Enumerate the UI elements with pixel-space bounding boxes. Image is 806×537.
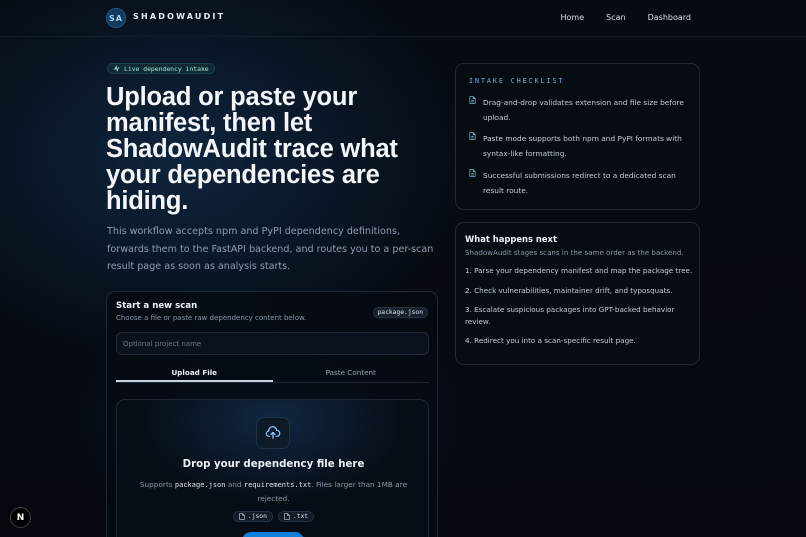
top-navbar: SA SHADOWAUDIT Home Scan Dashboard <box>0 0 806 37</box>
live-intake-pill-label: Live dependency intake <box>124 64 209 73</box>
next-steps-list: 1. Parse your dependency manifest and ma… <box>465 265 693 355</box>
project-name-input[interactable] <box>116 332 429 355</box>
upload-icon-box <box>256 417 290 449</box>
main-nav: Home Scan Dashboard <box>561 13 691 22</box>
checklist-item: Drag-and-drop validates extension and fi… <box>469 95 691 125</box>
new-scan-card: Start a new scan Choose a file or paste … <box>106 291 438 537</box>
checklist-item: Paste mode supports both npm and PyPI fo… <box>469 131 691 161</box>
dropzone-text-and: and <box>227 480 242 489</box>
what-happens-next-panel: What happens next ShadowAudit stages sca… <box>455 222 700 365</box>
next-step-item: 3. Escalate suspicious packages into GPT… <box>465 305 675 326</box>
dropzone-title: Drop your dependency file here <box>182 459 365 470</box>
extension-chips: .json .txt <box>117 511 430 522</box>
checklist-heading: INTAKE CHECKLIST <box>469 77 565 85</box>
brand-name[interactable]: SHADOWAUDIT <box>133 12 225 21</box>
extension-chip-json-label: .json <box>247 513 267 520</box>
tab-upload-file[interactable]: Upload File <box>116 365 273 382</box>
next-step-item: 1. Parse your dependency manifest and ma… <box>465 266 693 275</box>
hero-title: Upload or paste your manifest, then let … <box>106 83 398 215</box>
dropzone-text-supports: Supports <box>139 480 173 489</box>
file-dropzone[interactable]: Drop your dependency file here Supports … <box>116 399 429 537</box>
next-steps-title: What happens next <box>465 234 557 244</box>
extension-chip-json: .json <box>232 511 273 522</box>
cloud-upload-icon <box>265 426 281 439</box>
file-icon <box>284 513 290 520</box>
input-mode-tabs: Upload File Paste Content <box>116 365 429 383</box>
checklist-item: Successful submissions redirect to a ded… <box>469 168 691 198</box>
checklist-item-text: Drag-and-drop validates extension and fi… <box>483 98 684 122</box>
dropzone-help-text: Supports package.json and requirements.t… <box>135 478 412 505</box>
intake-checklist-panel: INTAKE CHECKLIST Drag-and-drop validates… <box>455 63 700 210</box>
next-step-item: 2. Check vulnerabilities, maintainer dri… <box>465 285 673 295</box>
hero-description: This workflow accepts npm and PyPI depen… <box>107 226 434 272</box>
dropzone-code-package-json: package.json <box>174 481 226 489</box>
file-type-badge: package.json <box>372 307 428 318</box>
extension-chip-txt-label: .txt <box>292 513 309 520</box>
document-icon <box>469 132 476 140</box>
checklist-item-text: Successful submissions redirect to a ded… <box>483 171 676 195</box>
document-icon <box>469 96 476 104</box>
nav-link-scan[interactable]: Scan <box>606 13 625 22</box>
nav-link-dashboard[interactable]: Dashboard <box>648 13 691 22</box>
brand-logo[interactable]: SA <box>106 8 126 28</box>
pulse-icon <box>113 65 120 72</box>
nextjs-dev-indicator[interactable]: N <box>10 507 31 528</box>
nav-link-home[interactable]: Home <box>561 13 585 22</box>
tab-paste-content[interactable]: Paste Content <box>273 365 430 382</box>
extension-chip-txt: .txt <box>277 511 315 522</box>
next-steps-subtitle: ShadowAudit stages scans in the same ord… <box>465 248 684 257</box>
card-subtitle: Choose a file or paste raw dependency co… <box>116 314 307 322</box>
dropzone-code-requirements-txt: requirements.txt <box>243 481 312 489</box>
browse-files-button[interactable] <box>242 532 304 537</box>
live-intake-pill: Live dependency intake <box>107 63 215 74</box>
file-icon <box>239 513 245 520</box>
card-title: Start a new scan <box>116 301 198 311</box>
checklist-item-text: Paste mode supports both npm and PyPI fo… <box>483 134 682 158</box>
document-icon <box>469 169 476 177</box>
next-step-item: 4. Redirect you into a scan-specific res… <box>465 336 636 345</box>
